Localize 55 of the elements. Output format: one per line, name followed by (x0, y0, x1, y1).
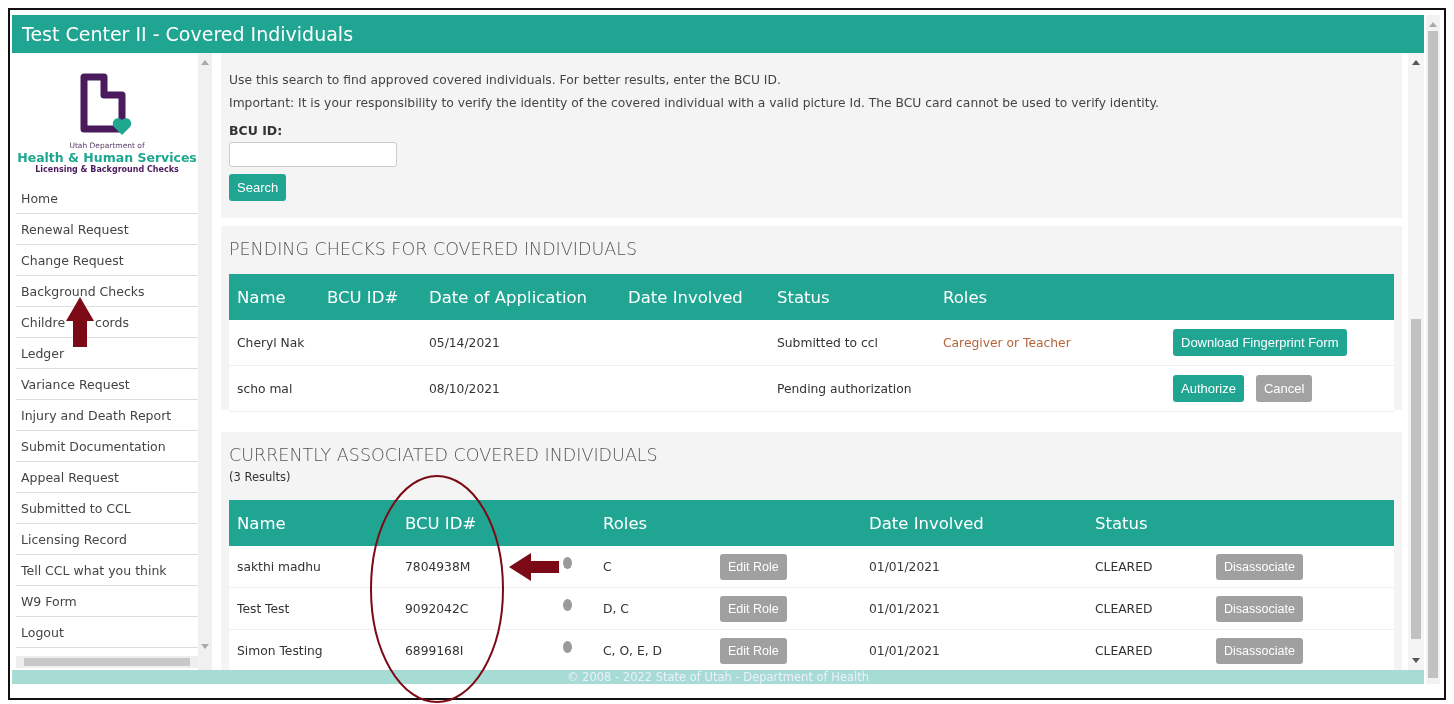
table-cell-text: Cheryl Nak (236, 335, 306, 350)
scroll-up-icon[interactable] (1412, 59, 1420, 65)
table-cell-text: 7804938M (404, 559, 472, 574)
table-cell-text: CLEARED (1094, 559, 1154, 574)
role-text: Caregiver or Teacher (943, 335, 1071, 350)
content-scrollbar[interactable] (1408, 53, 1424, 670)
table-cell-text: sakthi madhu (236, 559, 322, 574)
column-header: Roles (602, 513, 649, 533)
table-cell-text: Pending authorization (776, 381, 913, 396)
table-cell-text: CLEARED (1094, 601, 1154, 616)
column-header: Name (236, 513, 287, 533)
table-cell-text: Test Test (236, 601, 291, 616)
column-header: Status (1094, 513, 1149, 533)
field-label: BCU ID: (229, 123, 283, 138)
dot-icon (563, 598, 572, 611)
column-header: Roles (942, 287, 989, 307)
window-title: Test Center II - Covered Individuals (12, 15, 1424, 53)
logo-title: Health & Human Services (17, 150, 197, 165)
table-cell-text: 01/01/2021 (868, 643, 941, 658)
logo-tagline: Licensing & Background Checks (35, 165, 179, 174)
column-header: Date Involved (868, 513, 985, 533)
table-cell-text: Submitted to ccl (776, 335, 879, 350)
dot-icon (563, 556, 572, 569)
column-header: Name (236, 287, 287, 307)
bcu-id-field[interactable] (229, 142, 397, 167)
state-heart-icon (80, 73, 134, 137)
column-header: Date of Application (428, 287, 589, 307)
table-cell-text: D, C (602, 601, 630, 616)
search-description: Use this search to find approved covered individuals. For better results, enter the BCU ID. (229, 73, 781, 87)
table-cell-text: C (602, 559, 613, 574)
column-header: BCU ID# (404, 513, 478, 533)
table-cell-text: 08/10/2021 (428, 381, 501, 396)
dot-icon (563, 640, 572, 653)
section-title: CURRENTLY ASSOCIATED COVERED INDIVIDUALS (229, 444, 659, 467)
page-scrollbar[interactable] (1426, 15, 1440, 684)
table-cell-text: 01/01/2021 (868, 601, 941, 616)
section-title: PENDING CHECKS FOR COVERED INDIVIDUALS (229, 238, 639, 261)
table-cell-text: CLEARED (1094, 643, 1154, 658)
table-cell-text: Simon Testing (236, 643, 324, 658)
table-cell-text: 05/14/2021 (428, 335, 501, 350)
column-header: Status (776, 287, 831, 307)
identity-notice: Important: It is your responsibility to verify the identity of the covered individual with a valid picture Id. The BCU card cannot be used to verify identity. (229, 96, 1159, 110)
up-arrow-annotation (66, 297, 94, 347)
result-count: (3 Results) (229, 470, 292, 486)
column-header: BCU ID# (326, 287, 400, 307)
table-cell-text: 6899168I (404, 643, 465, 658)
table-cell-text: 9092042C (404, 601, 470, 616)
table-cell-text: C, O, E, D (602, 643, 663, 658)
table-cell-text: scho mal (236, 381, 294, 396)
horizontal-scrollbar[interactable] (16, 656, 198, 668)
column-header: Date Involved (627, 287, 744, 307)
table-cell-text: 01/01/2021 (868, 559, 941, 574)
left-arrow-annotation (509, 553, 559, 581)
scroll-down-icon[interactable] (1412, 658, 1420, 664)
footer-text: © 2008 - 2022 State of Utah - Department of Health (566, 670, 870, 684)
